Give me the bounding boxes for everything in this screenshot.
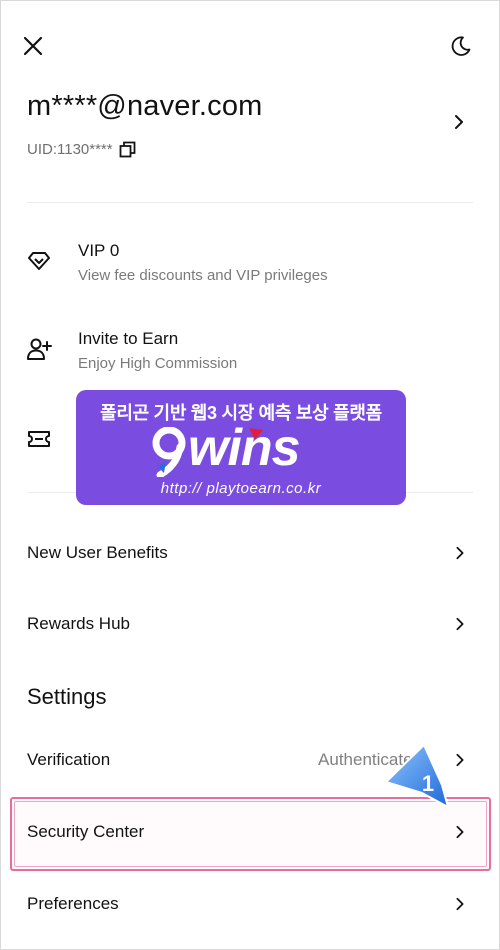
invite-subtitle: Enjoy High Commission xyxy=(78,355,238,372)
ticket-icon xyxy=(26,426,52,452)
chevron-right-icon xyxy=(456,897,464,911)
preferences-row[interactable]: Preferences xyxy=(0,881,500,927)
banner-logo-text: wins xyxy=(188,418,301,478)
banner-url: http:// playtoearn.co.kr xyxy=(160,480,322,497)
rewards-hub-label: Rewards Hub xyxy=(27,614,130,633)
security-center-label: Security Center xyxy=(27,822,145,841)
close-icon[interactable] xyxy=(20,33,46,59)
step-number: 1 xyxy=(422,771,434,796)
settings-section-title: Settings xyxy=(27,684,107,709)
rewards-hub-row[interactable]: Rewards Hub xyxy=(0,601,500,647)
banner-logo-wordmark: wins xyxy=(188,419,301,477)
vip-row[interactable]: VIP 0 View fee discounts and VIP privile… xyxy=(0,232,500,296)
copy-icon[interactable] xyxy=(119,141,136,158)
account-chevron-icon[interactable] xyxy=(450,113,468,131)
divider xyxy=(27,202,473,203)
account-uid: UID:1130**** xyxy=(27,141,136,158)
vip-title: VIP 0 xyxy=(78,241,120,260)
watermark-banner: 폴리곤 기반 웹3 시장 예측 보상 플랫폼 wins http:// play… xyxy=(76,390,406,505)
account-email: m****@naver.com xyxy=(27,90,263,122)
new-user-benefits-row[interactable]: New User Benefits xyxy=(0,530,500,576)
invite-row[interactable]: Invite to Earn Enjoy High Commission xyxy=(0,320,500,384)
pin-logo-icon xyxy=(152,427,186,477)
uid-text: UID:1130**** xyxy=(27,141,113,158)
red-triangle-icon xyxy=(249,428,263,440)
add-user-icon xyxy=(26,336,52,362)
chevron-right-icon xyxy=(456,617,464,631)
verification-label: Verification xyxy=(27,750,111,769)
vip-subtitle: View fee discounts and VIP privileges xyxy=(78,267,328,284)
chevron-right-icon xyxy=(456,546,464,560)
chevron-right-icon xyxy=(456,825,464,839)
moon-icon[interactable] xyxy=(448,33,474,59)
invite-title: Invite to Earn xyxy=(78,329,179,348)
new-user-benefits-label: New User Benefits xyxy=(27,543,168,562)
security-center-row[interactable]: Security Center xyxy=(0,809,500,855)
chevron-right-icon xyxy=(456,753,464,767)
diamond-icon xyxy=(26,248,52,274)
preferences-label: Preferences xyxy=(27,894,119,913)
step-pointer-badge: 1 xyxy=(386,745,449,808)
